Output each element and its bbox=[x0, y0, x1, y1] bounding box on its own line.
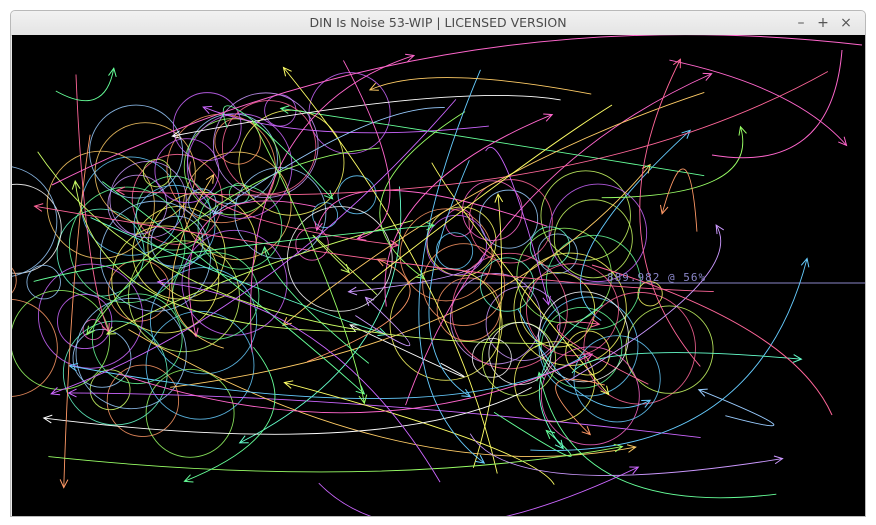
drone-orbit bbox=[573, 335, 661, 423]
drone-canvas[interactable]: 889.982 @ 56% bbox=[12, 35, 865, 516]
drone-orbit bbox=[75, 297, 187, 410]
window-title: DIN Is Noise 53-WIP | LICENSED VERSION bbox=[309, 15, 567, 30]
drone-trail bbox=[318, 466, 639, 516]
drone-trail bbox=[239, 186, 402, 444]
drone-orbit bbox=[186, 113, 293, 219]
drone-trail bbox=[405, 73, 712, 406]
drone-trail bbox=[51, 35, 863, 186]
drone-trail bbox=[170, 164, 651, 388]
drone-orbit bbox=[212, 92, 319, 199]
drone-orbit bbox=[462, 180, 523, 241]
drone-orbit bbox=[625, 305, 714, 394]
drone-orbit bbox=[57, 293, 113, 350]
drone-orbit bbox=[12, 298, 58, 397]
app-window: DIN Is Noise 53-WIP | LICENSED VERSION –… bbox=[10, 10, 866, 517]
drone-orbit bbox=[553, 199, 633, 279]
maximize-button[interactable]: + bbox=[814, 14, 832, 32]
drones-visualization[interactable] bbox=[12, 35, 865, 516]
drone-trail bbox=[711, 49, 843, 159]
drone-trail bbox=[55, 68, 115, 101]
drone-orbit bbox=[337, 175, 377, 215]
drone-orbit bbox=[435, 232, 474, 270]
drone-orbit bbox=[12, 267, 17, 294]
drone-orbit bbox=[81, 156, 181, 256]
drone-orbit bbox=[540, 170, 631, 261]
drone-trail bbox=[369, 77, 592, 95]
drone-orbit bbox=[426, 206, 497, 277]
close-button[interactable]: × bbox=[837, 14, 855, 32]
drone-trail bbox=[698, 389, 775, 427]
drone-trail bbox=[102, 181, 365, 395]
drone-trail bbox=[517, 309, 651, 409]
pitch-readout: 889.982 @ 56% bbox=[607, 271, 707, 284]
drone-trail bbox=[68, 392, 701, 439]
drone-orbit bbox=[426, 214, 487, 276]
drone-trail bbox=[43, 387, 532, 435]
drone-orbit bbox=[308, 72, 391, 155]
drone-trail bbox=[469, 433, 783, 476]
drone-trail bbox=[555, 378, 605, 435]
drone-trail bbox=[63, 134, 91, 488]
title-bar[interactable]: DIN Is Noise 53-WIP | LICENSED VERSION –… bbox=[11, 11, 865, 36]
drone-orbit bbox=[145, 368, 235, 458]
drone-orbit bbox=[171, 252, 260, 340]
drone-trail bbox=[264, 247, 370, 364]
drone-orbit bbox=[145, 310, 255, 420]
drone-orbit bbox=[12, 183, 62, 274]
drone-orbit bbox=[221, 100, 317, 195]
drone-orbit bbox=[108, 259, 171, 322]
drone-orbit bbox=[436, 277, 501, 342]
drone-trail bbox=[530, 258, 808, 451]
drone-trail bbox=[128, 329, 636, 457]
drone-trail bbox=[312, 234, 378, 296]
minimize-button[interactable]: – bbox=[792, 14, 810, 32]
drone-trail bbox=[661, 168, 698, 232]
drone-trail bbox=[669, 59, 847, 146]
drone-arrowhead bbox=[738, 125, 747, 136]
